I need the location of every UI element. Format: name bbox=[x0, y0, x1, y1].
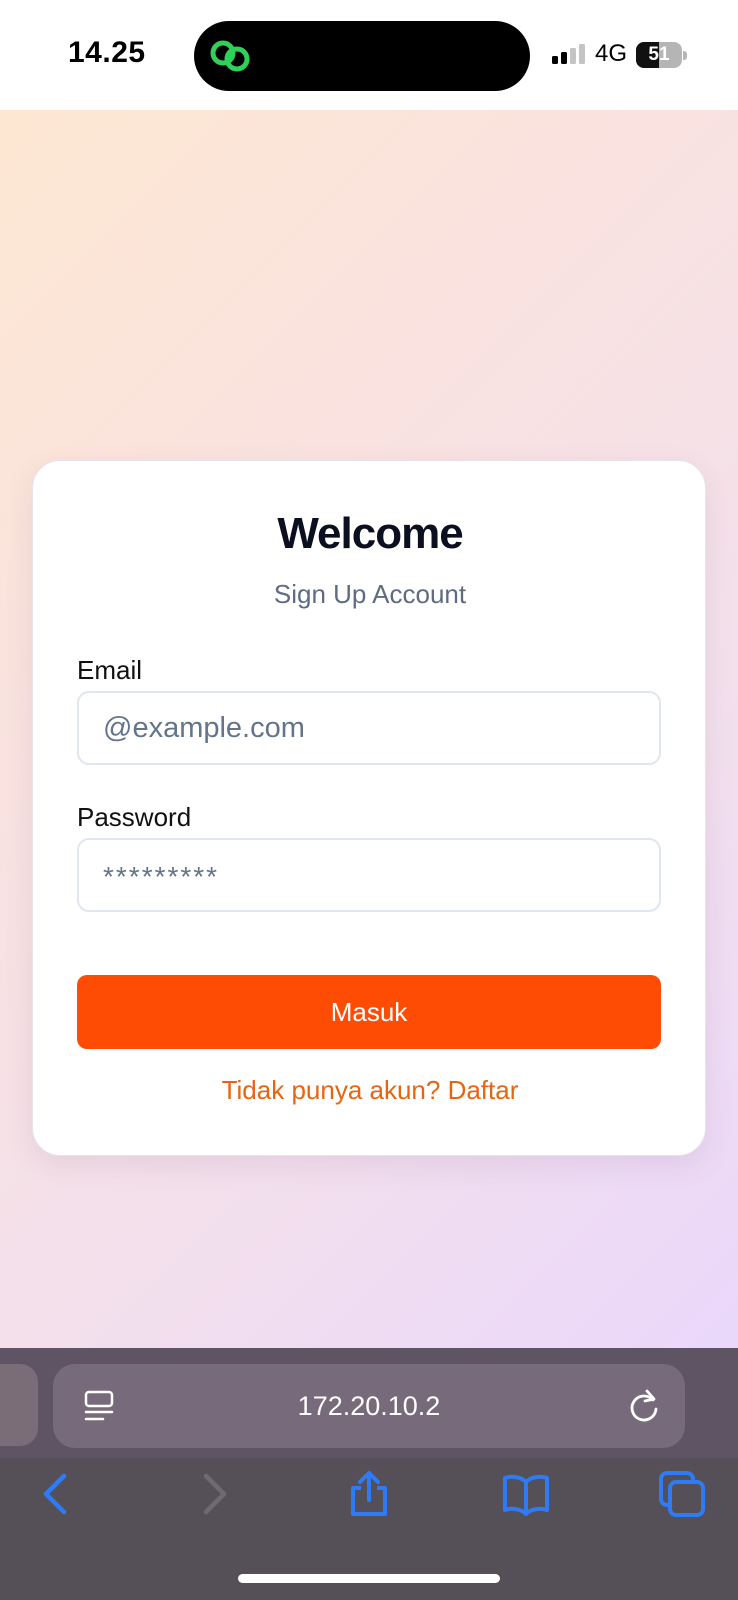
browser-toolbar: 172.20.10.2 bbox=[0, 1348, 738, 1600]
share-icon[interactable] bbox=[345, 1470, 393, 1518]
dynamic-island bbox=[194, 21, 530, 91]
password-placeholder: ********* bbox=[103, 861, 220, 892]
cellular-signal-icon bbox=[552, 44, 585, 64]
address-bar[interactable]: 172.20.10.2 bbox=[53, 1364, 685, 1448]
login-button[interactable]: Masuk bbox=[77, 975, 661, 1049]
status-bar: 14.25 4G 51 bbox=[0, 0, 738, 110]
login-card: Welcome Sign Up Account Email @example.c… bbox=[32, 460, 706, 1156]
page-subtitle: Sign Up Account bbox=[273, 579, 467, 609]
previous-tab-preview[interactable] bbox=[0, 1364, 38, 1446]
network-type: 4G bbox=[595, 40, 628, 67]
back-chevron-icon[interactable] bbox=[32, 1470, 80, 1518]
password-label: Password bbox=[77, 802, 192, 832]
page-title: Welcome bbox=[277, 509, 463, 558]
tabs-icon[interactable] bbox=[658, 1470, 706, 1518]
forward-chevron-icon[interactable] bbox=[190, 1470, 238, 1518]
battery-icon: 51 bbox=[636, 42, 688, 68]
password-field[interactable]: ********* bbox=[77, 838, 661, 912]
link-app-icon bbox=[210, 40, 250, 72]
signup-link[interactable]: Tidak punya akun? Daftar bbox=[33, 1075, 707, 1106]
email-field[interactable]: @example.com bbox=[77, 691, 661, 765]
book-icon[interactable] bbox=[502, 1470, 550, 1518]
battery-level: 51 bbox=[648, 44, 670, 65]
url-text: 172.20.10.2 bbox=[297, 1391, 441, 1421]
reload-icon[interactable] bbox=[627, 1388, 661, 1424]
email-label: Email bbox=[77, 655, 143, 685]
status-time: 14.25 bbox=[68, 36, 146, 69]
home-indicator[interactable] bbox=[238, 1574, 500, 1583]
address-area: 172.20.10.2 bbox=[0, 1348, 738, 1458]
email-placeholder: @example.com bbox=[103, 712, 305, 744]
